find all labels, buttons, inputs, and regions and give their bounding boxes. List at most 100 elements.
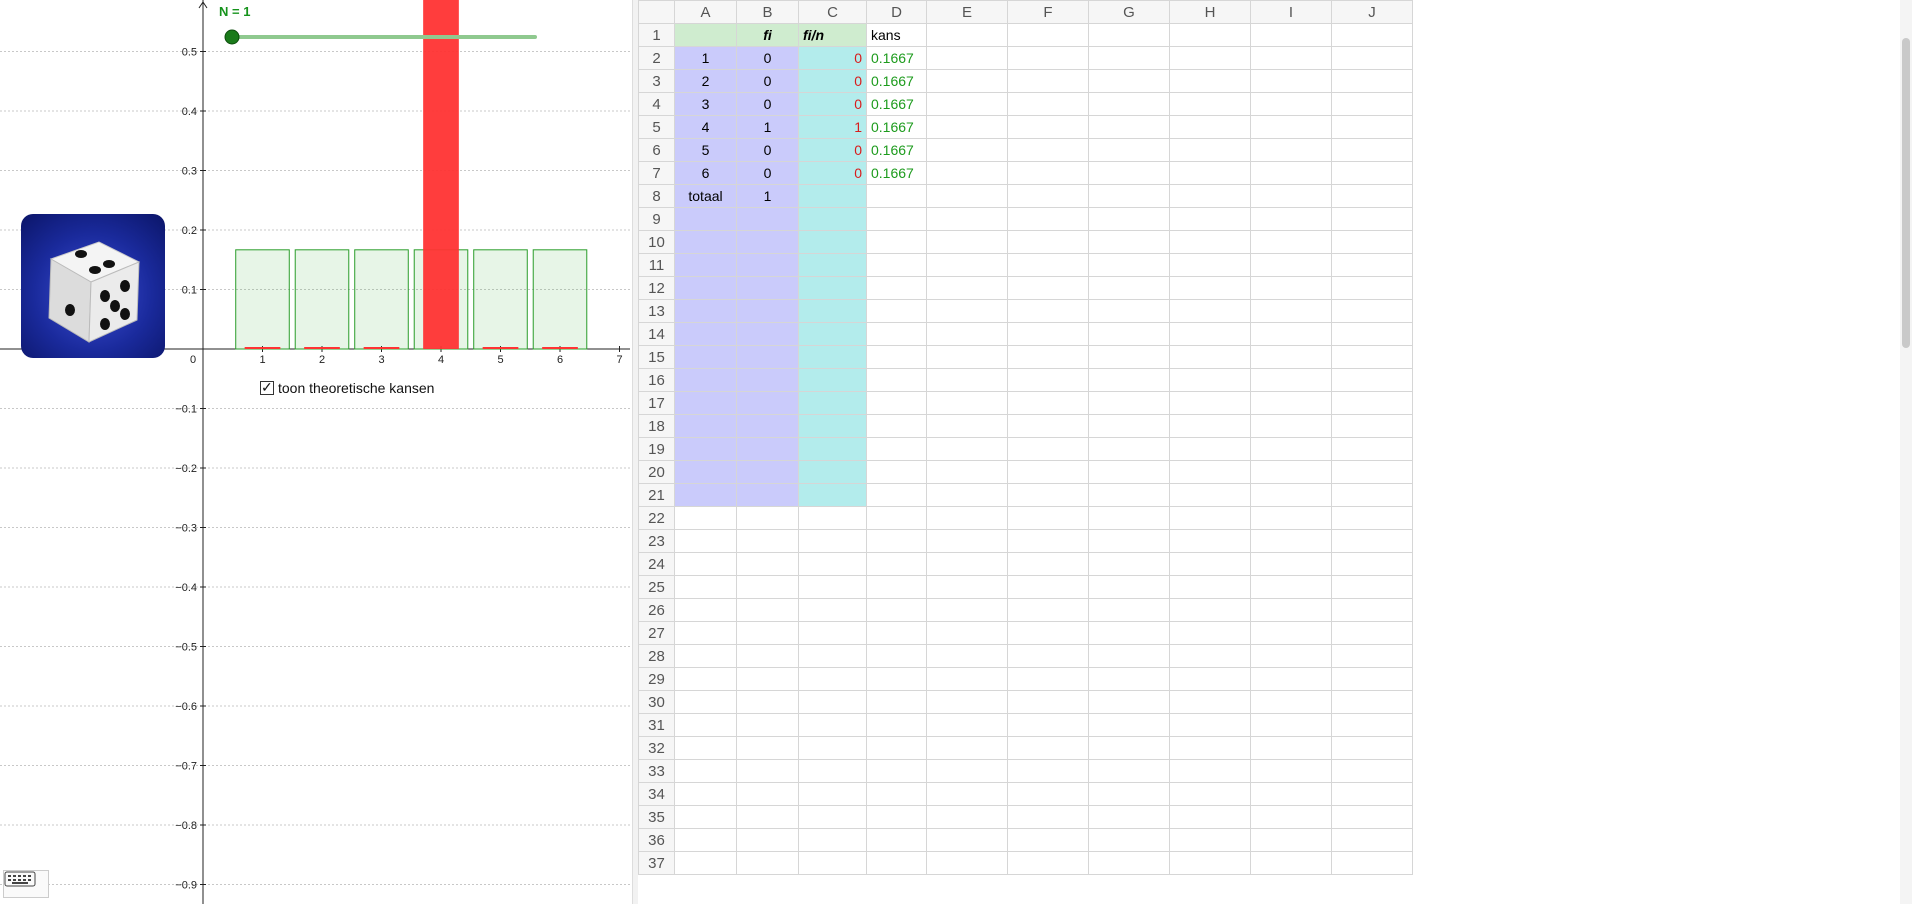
cell-J27[interactable] [1331, 621, 1413, 645]
show-theoretical-checkbox-row[interactable]: toon theoretische kansen [260, 379, 434, 396]
cell-F29[interactable] [1007, 667, 1089, 691]
cell-C16[interactable] [798, 368, 867, 392]
cell-A28[interactable] [674, 644, 737, 668]
cell-H30[interactable] [1169, 690, 1251, 714]
row-header[interactable]: 9 [638, 207, 675, 231]
cell-H37[interactable] [1169, 851, 1251, 875]
cell-J29[interactable] [1331, 667, 1413, 691]
cell-E30[interactable] [926, 690, 1008, 714]
cell-B19[interactable] [736, 437, 799, 461]
cell-D30[interactable] [866, 690, 927, 714]
cell-E22[interactable] [926, 506, 1008, 530]
cell-C36[interactable] [798, 828, 867, 852]
row-header[interactable]: 27 [638, 621, 675, 645]
cell-B4[interactable]: 0 [736, 92, 799, 116]
row-header[interactable]: 24 [638, 552, 675, 576]
cell-C27[interactable] [798, 621, 867, 645]
cell-D33[interactable] [866, 759, 927, 783]
cell-H8[interactable] [1169, 184, 1251, 208]
cell-B1[interactable]: fi [736, 23, 799, 47]
row-header[interactable]: 5 [638, 115, 675, 139]
cell-H20[interactable] [1169, 460, 1251, 484]
spreadsheet-view[interactable]: A B C D E F G H I J 1 fi fi/n kans 2 1 0 0 0.1667 3 2 0 0 0.166… [638, 0, 1912, 904]
cell-E23[interactable] [926, 529, 1008, 553]
cell-D16[interactable] [866, 368, 927, 392]
cell-A12[interactable] [674, 276, 737, 300]
cell-I25[interactable] [1250, 575, 1332, 599]
cell-G34[interactable] [1088, 782, 1170, 806]
cell-A7[interactable]: 6 [674, 161, 737, 185]
row-header[interactable]: 21 [638, 483, 675, 507]
cell-D36[interactable] [866, 828, 927, 852]
cell-A5[interactable]: 4 [674, 115, 737, 139]
cell-A24[interactable] [674, 552, 737, 576]
cell-E21[interactable] [926, 483, 1008, 507]
cell-B17[interactable] [736, 391, 799, 415]
cell-J32[interactable] [1331, 736, 1413, 760]
cell-F2[interactable] [1007, 46, 1089, 70]
cell-J21[interactable] [1331, 483, 1413, 507]
cell-D5[interactable]: 0.1667 [866, 115, 927, 139]
row-header[interactable]: 33 [638, 759, 675, 783]
cell-J23[interactable] [1331, 529, 1413, 553]
cell-C13[interactable] [798, 299, 867, 323]
cell-E9[interactable] [926, 207, 1008, 231]
cell-I20[interactable] [1250, 460, 1332, 484]
cell-I30[interactable] [1250, 690, 1332, 714]
cell-D35[interactable] [866, 805, 927, 829]
cell-H9[interactable] [1169, 207, 1251, 231]
cell-B31[interactable] [736, 713, 799, 737]
cell-I21[interactable] [1250, 483, 1332, 507]
cell-G28[interactable] [1088, 644, 1170, 668]
cell-E35[interactable] [926, 805, 1008, 829]
cell-I14[interactable] [1250, 322, 1332, 346]
cell-B23[interactable] [736, 529, 799, 553]
cell-F9[interactable] [1007, 207, 1089, 231]
cell-D2[interactable]: 0.1667 [866, 46, 927, 70]
cell-H13[interactable] [1169, 299, 1251, 323]
cell-I17[interactable] [1250, 391, 1332, 415]
cell-F32[interactable] [1007, 736, 1089, 760]
cell-D34[interactable] [866, 782, 927, 806]
cell-E19[interactable] [926, 437, 1008, 461]
cell-B14[interactable] [736, 322, 799, 346]
row-header[interactable]: 13 [638, 299, 675, 323]
cell-J24[interactable] [1331, 552, 1413, 576]
cell-B12[interactable] [736, 276, 799, 300]
cell-C31[interactable] [798, 713, 867, 737]
cell-B32[interactable] [736, 736, 799, 760]
cell-J7[interactable] [1331, 161, 1413, 185]
cell-H25[interactable] [1169, 575, 1251, 599]
cell-F11[interactable] [1007, 253, 1089, 277]
cell-C15[interactable] [798, 345, 867, 369]
cell-D18[interactable] [866, 414, 927, 438]
cell-A32[interactable] [674, 736, 737, 760]
cell-G3[interactable] [1088, 69, 1170, 93]
cell-D28[interactable] [866, 644, 927, 668]
cell-G36[interactable] [1088, 828, 1170, 852]
cell-A19[interactable] [674, 437, 737, 461]
row-header[interactable]: 22 [638, 506, 675, 530]
cell-F28[interactable] [1007, 644, 1089, 668]
cell-A35[interactable] [674, 805, 737, 829]
cell-F27[interactable] [1007, 621, 1089, 645]
cell-D10[interactable] [866, 230, 927, 254]
cell-C37[interactable] [798, 851, 867, 875]
cell-B35[interactable] [736, 805, 799, 829]
cell-B2[interactable]: 0 [736, 46, 799, 70]
cell-E1[interactable] [926, 23, 1008, 47]
cell-G22[interactable] [1088, 506, 1170, 530]
cell-F14[interactable] [1007, 322, 1089, 346]
column-header[interactable]: A [674, 0, 737, 24]
cell-A4[interactable]: 3 [674, 92, 737, 116]
cell-C12[interactable] [798, 276, 867, 300]
cell-I19[interactable] [1250, 437, 1332, 461]
cell-B28[interactable] [736, 644, 799, 668]
cell-I23[interactable] [1250, 529, 1332, 553]
cell-H15[interactable] [1169, 345, 1251, 369]
cell-I3[interactable] [1250, 69, 1332, 93]
cell-E5[interactable] [926, 115, 1008, 139]
cell-B20[interactable] [736, 460, 799, 484]
cell-A11[interactable] [674, 253, 737, 277]
cell-E10[interactable] [926, 230, 1008, 254]
